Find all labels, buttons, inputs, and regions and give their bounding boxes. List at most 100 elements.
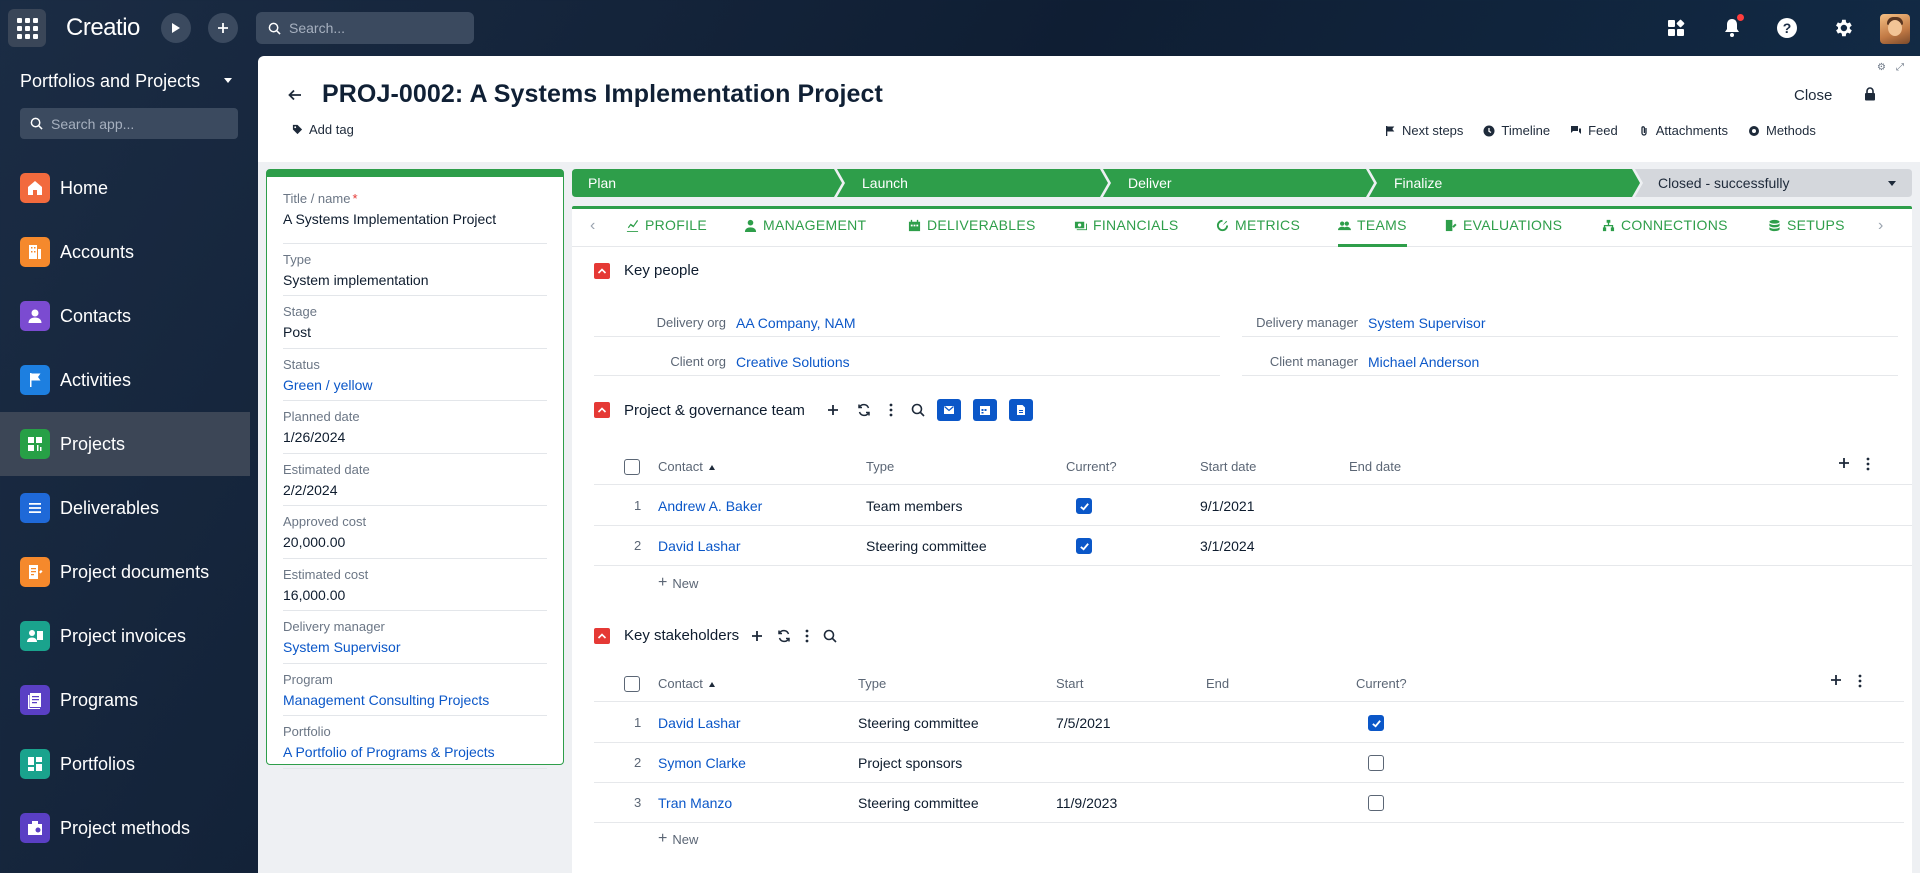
column-end[interactable]: End <box>1206 676 1229 691</box>
chevron-down-icon[interactable] <box>224 78 232 83</box>
global-search-input[interactable] <box>289 20 459 36</box>
kebab-icon[interactable] <box>1858 674 1862 688</box>
collapse-button[interactable] <box>594 627 610 644</box>
field-portfolio[interactable]: Portfolio A Portfolio of Programs & Proj… <box>283 716 547 769</box>
sidebar-item-projects[interactable]: Projects <box>0 412 250 476</box>
methods-button[interactable]: Methods <box>1748 123 1816 138</box>
small-gear-icon[interactable]: ⚙ <box>1877 62 1886 73</box>
back-button[interactable] <box>288 86 302 107</box>
field-value-link[interactable]: Green / yellow <box>283 375 547 395</box>
add-column-icon[interactable] <box>1830 674 1842 686</box>
field-stage[interactable]: Stage Post <box>283 296 547 349</box>
sidebar-item-programs[interactable]: Programs <box>0 668 250 732</box>
new-record-button[interactable]: + New <box>658 574 698 592</box>
table-row[interactable]: 3 Tran Manzo Steering committee 11/9/202… <box>594 783 1904 823</box>
field-planned-date[interactable]: Planned date 1/26/2024 <box>283 401 547 454</box>
tab-evaluations[interactable]: EVALUATIONS <box>1444 217 1562 247</box>
app-search-input[interactable] <box>51 115 221 132</box>
column-start[interactable]: Start <box>1056 676 1083 691</box>
tab-metrics[interactable]: METRICS <box>1216 217 1300 247</box>
run-process-button[interactable] <box>161 13 191 43</box>
sidebar-item-home[interactable]: Home <box>0 156 250 220</box>
contact-link[interactable]: Andrew A. Baker <box>658 498 762 514</box>
sidebar-item-project-methods[interactable]: Project methods <box>0 796 250 860</box>
delivery-org-link[interactable]: AA Company, NAM <box>736 315 856 331</box>
field-status[interactable]: Status Green / yellow <box>283 349 547 401</box>
current-checkbox[interactable] <box>1076 498 1092 514</box>
notifications-button[interactable] <box>1718 14 1746 42</box>
table-row[interactable]: 2 Symon Clarke Project sponsors <box>594 743 1904 783</box>
help-button[interactable]: ? <box>1773 14 1801 42</box>
table-row[interactable]: 1 Andrew A. Baker Team members 9/1/2021 <box>594 486 1912 526</box>
contact-link[interactable]: David Lashar <box>658 538 741 554</box>
column-current[interactable]: Current? <box>1356 676 1407 691</box>
field-estimated-date[interactable]: Estimated date 2/2/2024 <box>283 454 547 506</box>
tab-connections[interactable]: CONNECTIONS <box>1602 217 1728 247</box>
column-contact[interactable]: Contact <box>658 676 715 691</box>
tab-management[interactable]: MANAGEMENT <box>744 217 866 247</box>
app-grid-button[interactable] <box>8 9 46 47</box>
column-type[interactable]: Type <box>858 676 886 691</box>
sidebar-item-project-documents[interactable]: Project documents <box>0 540 250 604</box>
sidebar-item-deliverables[interactable]: Deliverables <box>0 476 250 540</box>
email-button[interactable] <box>936 399 961 421</box>
field-value-link[interactable]: Management Consulting Projects <box>283 690 547 710</box>
create-button[interactable] <box>208 13 238 43</box>
new-record-button[interactable]: + New <box>658 830 698 848</box>
field-delivery-manager[interactable]: Delivery manager System Supervisor <box>283 611 547 664</box>
field-approved-cost[interactable]: Approved cost 20,000.00 <box>283 506 547 559</box>
column-type[interactable]: Type <box>866 459 894 474</box>
global-search[interactable] <box>256 12 474 44</box>
field-estimated-cost[interactable]: Estimated cost 16,000.00 <box>283 559 547 611</box>
select-all-checkbox[interactable] <box>624 676 640 692</box>
current-checkbox[interactable] <box>1368 795 1384 811</box>
contact-link[interactable]: Symon Clarke <box>658 755 746 771</box>
column-contact[interactable]: Contact <box>658 459 715 474</box>
add-tag-button[interactable]: Add tag <box>292 122 354 137</box>
delivery-manager-link[interactable]: System Supervisor <box>1368 315 1485 331</box>
column-start-date[interactable]: Start date <box>1200 459 1256 474</box>
close-button[interactable]: Close <box>1794 87 1832 104</box>
delivery-manager-row[interactable]: Delivery manager System Supervisor <box>1242 309 1898 337</box>
tab-setups[interactable]: SETUPS <box>1768 217 1845 247</box>
tab-teams[interactable]: TEAMS <box>1338 217 1407 247</box>
current-checkbox[interactable] <box>1076 538 1092 554</box>
field-type[interactable]: Type System implementation <box>283 244 547 296</box>
client-manager-link[interactable]: Michael Anderson <box>1368 354 1479 370</box>
more-options-button[interactable] <box>805 629 809 643</box>
delivery-org-row[interactable]: Delivery org AA Company, NAM <box>594 309 1220 337</box>
add-column-icon[interactable] <box>1838 457 1850 469</box>
next-steps-button[interactable]: Next steps <box>1384 123 1463 138</box>
chevron-left-icon[interactable]: ‹ <box>590 217 595 235</box>
field-program[interactable]: Program Management Consulting Projects <box>283 664 547 716</box>
kebab-icon[interactable] <box>1866 457 1870 471</box>
current-checkbox[interactable] <box>1368 755 1384 771</box>
field-value-link[interactable]: A Portfolio of Programs & Projects <box>283 742 547 762</box>
client-manager-row[interactable]: Client manager Michael Anderson <box>1242 348 1898 376</box>
search-button[interactable] <box>823 629 837 643</box>
attachments-button[interactable]: Attachments <box>1638 123 1728 138</box>
refresh-button[interactable] <box>777 629 791 643</box>
client-org-link[interactable]: Creative Solutions <box>736 354 850 370</box>
column-current[interactable]: Current? <box>1066 459 1117 474</box>
feed-button[interactable]: Feed <box>1570 123 1618 138</box>
lock-button[interactable] <box>1864 87 1876 106</box>
contact-link[interactable]: David Lashar <box>658 715 741 731</box>
document-button[interactable] <box>1008 399 1033 421</box>
sidebar-item-portfolios[interactable]: Portfolios <box>0 732 250 796</box>
select-all-checkbox[interactable] <box>624 459 640 475</box>
add-record-button[interactable] <box>827 404 839 416</box>
more-options-button[interactable] <box>889 403 893 417</box>
timeline-button[interactable]: Timeline <box>1483 123 1550 138</box>
settings-button[interactable] <box>1829 14 1857 42</box>
tab-profile[interactable]: PROFILE <box>626 217 707 247</box>
collapse-button[interactable] <box>594 402 610 418</box>
sidebar-item-activities[interactable]: Activities <box>0 348 250 412</box>
expand-icon[interactable]: ⤢ <box>1896 62 1904 73</box>
add-record-button[interactable] <box>751 630 763 642</box>
sidebar-item-accounts[interactable]: Accounts <box>0 220 250 284</box>
tab-deliverables[interactable]: DELIVERABLES <box>908 217 1036 247</box>
user-avatar[interactable] <box>1880 14 1910 44</box>
contact-link[interactable]: Tran Manzo <box>658 795 732 811</box>
calendar-button[interactable] <box>972 399 997 421</box>
